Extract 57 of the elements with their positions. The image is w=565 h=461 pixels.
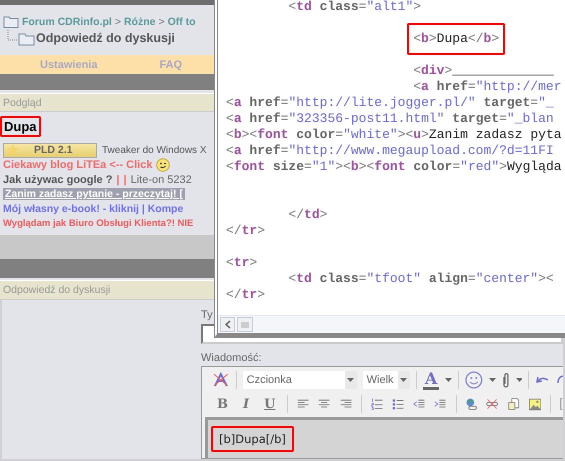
code-line: </tr> <box>226 223 266 239</box>
caret-icon[interactable] <box>516 378 522 382</box>
paperclip-icon[interactable] <box>502 372 510 388</box>
signature-link[interactable]: Wyglądam jak Biuro Obsługi Klienta?! NIE <box>3 218 194 229</box>
message-label: Wiadomość: <box>201 352 263 366</box>
breadcrumb-link[interactable]: Off to <box>168 16 196 28</box>
code-line: <tr> <box>226 255 258 271</box>
code-line: </tr> <box>226 287 266 303</box>
folder-icon <box>3 15 19 28</box>
breadcrumb-link[interactable]: Różne <box>124 16 156 28</box>
code-line: <a href="http://mer <box>413 79 562 95</box>
format-button[interactable]: U <box>261 396 278 412</box>
breadcrumb-link[interactable]: Forum CDRinfo.pl <box>22 16 112 28</box>
separator-text: | <box>116 174 120 186</box>
breadcrumb-separator: > <box>158 16 165 28</box>
code-line: <div>_____________ <box>413 63 554 79</box>
code-line: <a href="323356-post11.html" target="_blan <box>226 111 554 127</box>
preview-text: Dupa <box>0 116 40 136</box>
text-color-button[interactable]: A <box>422 370 440 390</box>
format-button[interactable]: I <box>240 396 252 412</box>
caret-icon[interactable] <box>488 378 496 382</box>
scroll-left-button[interactable] <box>220 317 235 332</box>
globe-link-icon[interactable] <box>465 396 478 412</box>
font-select[interactable]: Czcionka <box>242 371 357 389</box>
signature-link[interactable]: Zanim zadasz pytanie - przeczytaj! [ <box>3 188 185 200</box>
breadcrumb-separator: > <box>114 16 121 28</box>
message-field[interactable]: [b]Dupa[/b] <box>205 417 563 458</box>
signature-link[interactable]: Mój własny e-book! - kliknij | Kompe <box>3 202 184 215</box>
document-icon[interactable] <box>508 396 520 412</box>
scrollbar-thumb[interactable] <box>237 317 253 332</box>
crossed-letter-icon[interactable] <box>212 372 230 388</box>
signature-link[interactable]: Ciekawy blog LiTEa <-- Click <box>3 159 152 172</box>
page-title: Odpowiedź do dyskusji <box>36 31 175 45</box>
smiley-icon[interactable] <box>465 371 483 389</box>
message-text: [b]Dupa[/b] <box>211 426 294 452</box>
caret-icon[interactable] <box>400 378 408 382</box>
size-select[interactable]: Wielk <box>362 371 410 389</box>
code-line: <a href="http://lite.jogger.pl/" target="_ <box>226 95 554 111</box>
code-line: </td> <box>288 207 328 223</box>
format-button[interactable]: B <box>214 396 231 412</box>
caret-icon[interactable] <box>445 378 452 382</box>
tree-branch-folder-icon <box>5 30 35 46</box>
unlink-icon[interactable] <box>486 396 499 412</box>
code-line: <td class="alt1"> <box>288 0 422 15</box>
redo-icon[interactable] <box>557 374 564 386</box>
code-line: <b><font color="white"><u>Zanim zadasz pyta <box>226 127 562 143</box>
code-line: <font size="1"><b><font color="red">Wygląda <box>226 159 562 175</box>
caret-icon[interactable] <box>347 378 354 382</box>
numbered-list-icon[interactable] <box>370 396 383 412</box>
smiley-icon <box>156 158 170 172</box>
image-icon[interactable] <box>528 396 542 412</box>
pld-banner[interactable]: PLD 2.1 <box>3 142 97 158</box>
banner-caption: Tweaker do Windows X <box>102 144 206 156</box>
signature-link[interactable]: Jak używac google ? <box>3 174 112 186</box>
code-line: <a href="http://www.megaupload.com/?d=11FI <box>226 143 554 159</box>
separator-text: | <box>124 174 127 186</box>
title-label: Ty <box>201 309 214 323</box>
